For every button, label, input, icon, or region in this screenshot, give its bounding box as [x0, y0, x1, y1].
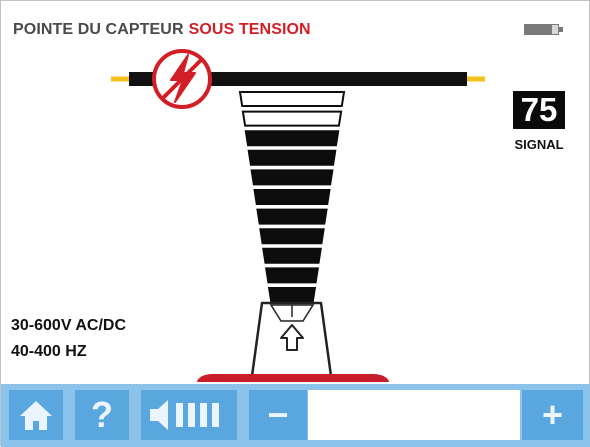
meter-segment-active [259, 228, 325, 245]
meter-segment-active [262, 247, 322, 264]
minus-label: − [267, 394, 289, 435]
help-label: ? [91, 394, 113, 435]
decrease-button[interactable]: − [249, 390, 307, 440]
meter-segment-active [247, 149, 337, 166]
voltage-range: 30-600V AC/DC [11, 317, 127, 334]
range-info: 30-600V AC/DC 40-400 HZ [11, 313, 126, 365]
volume-icon [150, 400, 219, 430]
level-field [308, 390, 520, 440]
lightning-icon [152, 49, 212, 109]
meter-segment-inactive [238, 91, 346, 107]
signal-meter [238, 91, 346, 303]
meter-segment-active [256, 208, 328, 225]
meter-segment-inactive [241, 110, 343, 127]
signal-value: 75 [513, 91, 565, 129]
volume-button[interactable] [141, 390, 237, 440]
meter-segment-active [253, 189, 331, 205]
increase-button[interactable]: + [522, 390, 583, 440]
detector-screen: POINTE DU CAPTEUR SOUS TENSION 75 SIGNAL… [0, 0, 590, 447]
meter-segment-active [250, 169, 334, 186]
home-icon [20, 401, 52, 430]
plus-label: + [541, 394, 564, 435]
frequency-range: 40-400 HZ [11, 343, 87, 360]
meter-segment-active [265, 267, 319, 284]
probe-illustration [111, 49, 485, 382]
help-button[interactable]: ? [75, 390, 129, 440]
meter-segment-active [244, 130, 340, 147]
home-button[interactable] [9, 390, 63, 440]
probe-base [197, 374, 389, 382]
meter-segment-active [267, 287, 317, 303]
bottom-toolbar: ? − + [1, 384, 590, 447]
signal-label: SIGNAL [514, 137, 564, 152]
